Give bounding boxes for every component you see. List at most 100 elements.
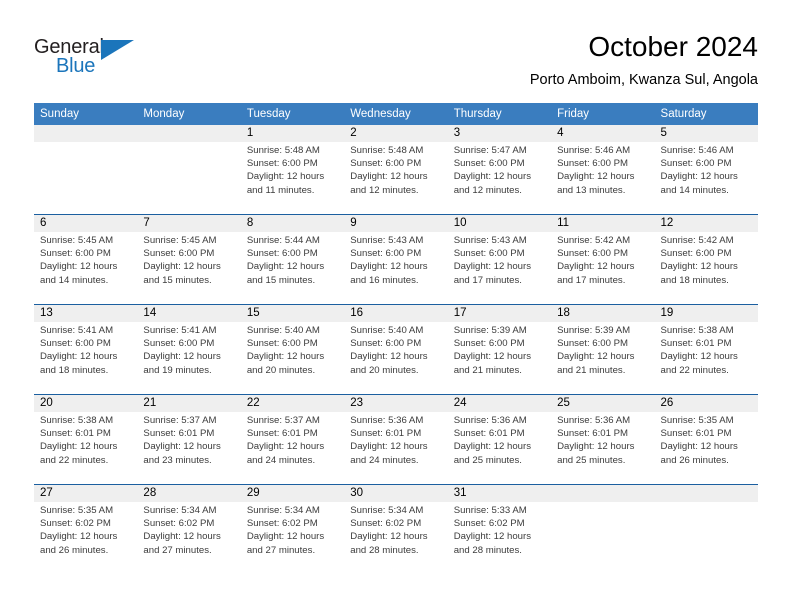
day-detail-line: and 21 minutes. [453,364,522,376]
day-detail-line: Daylight: 12 hours [246,351,325,363]
day-detail-line: Sunrise: 5:42 AM [557,235,631,246]
day-cell-7[interactable]: Sunrise: 5:45 AM Sunset: 6:00 PM Daylight:… [137,232,240,304]
day-detail-line: Sunrise: 5:46 AM [557,145,631,156]
day-number-28[interactable]: 28 [137,485,240,502]
day-number-30[interactable]: 30 [344,485,447,502]
day-detail-line: Daylight: 12 hours [40,261,118,273]
day-cell-25[interactable]: Sunrise: 5:36 AM Sunset: 6:01 PM Daylight:… [551,412,654,484]
day-number-23[interactable]: 23 [344,395,447,412]
day-number-25[interactable]: 25 [551,395,654,412]
day-cell-21[interactable]: Sunrise: 5:37 AM Sunset: 6:01 PM Daylight:… [137,412,240,484]
day-number-8[interactable]: 8 [241,215,344,232]
day-detail-line: Sunrise: 5:41 AM [40,325,114,336]
day-detail-line: and 12 minutes. [350,184,419,196]
day-cell-3[interactable]: Sunrise: 5:47 AM Sunset: 6:00 PM Daylight:… [448,142,551,214]
day-detail-line: Sunset: 6:01 PM [350,428,422,440]
day-detail-line: Daylight: 12 hours [143,531,221,543]
weekday-header-monday: Monday [143,108,185,120]
day-number-21[interactable]: 21 [137,395,240,412]
day-cell-22[interactable]: Sunrise: 5:37 AM Sunset: 6:01 PM Daylight:… [241,412,344,484]
day-cell-11[interactable]: Sunrise: 5:42 AM Sunset: 6:00 PM Daylight:… [551,232,654,304]
weekday-header-tuesday: Tuesday [246,108,291,120]
day-cell-1[interactable]: Sunrise: 5:48 AM Sunset: 6:00 PM Daylight:… [241,142,344,214]
day-number-7[interactable]: 7 [137,215,240,232]
day-cell-28[interactable]: Sunrise: 5:34 AM Sunset: 6:02 PM Daylight:… [137,502,240,574]
day-detail-line: Sunrise: 5:39 AM [453,325,527,336]
day-detail-line: Sunset: 6:00 PM [246,338,318,350]
day-cell-8[interactable]: Sunrise: 5:44 AM Sunset: 6:00 PM Daylight:… [241,232,344,304]
day-cell-13[interactable]: Sunrise: 5:41 AM Sunset: 6:00 PM Daylight:… [34,322,137,394]
day-number-27[interactable]: 27 [34,485,137,502]
day-number-29[interactable]: 29 [241,485,344,502]
day-detail-line: and 26 minutes. [40,544,109,556]
day-number-17[interactable]: 17 [448,305,551,322]
day-cell-10[interactable]: Sunrise: 5:43 AM Sunset: 6:00 PM Daylight:… [448,232,551,304]
day-number-16[interactable]: 16 [344,305,447,322]
day-cell-14[interactable]: Sunrise: 5:41 AM Sunset: 6:00 PM Daylight:… [137,322,240,394]
day-cell-23[interactable]: Sunrise: 5:36 AM Sunset: 6:01 PM Daylight:… [344,412,447,484]
day-cell-26[interactable]: Sunrise: 5:35 AM Sunset: 6:01 PM Daylight:… [655,412,758,484]
day-detail-line: Sunrise: 5:36 AM [453,415,527,426]
day-cell-2[interactable]: Sunrise: 5:48 AM Sunset: 6:00 PM Daylight:… [344,142,447,214]
day-number-20[interactable]: 20 [34,395,137,412]
day-number-14[interactable]: 14 [137,305,240,322]
day-number-19[interactable]: 19 [655,305,758,322]
logo-triangle-icon [101,40,134,60]
day-number-1[interactable]: 1 [241,125,344,142]
day-cell-20[interactable]: Sunrise: 5:38 AM Sunset: 6:01 PM Daylight:… [34,412,137,484]
day-cell-30[interactable]: Sunrise: 5:34 AM Sunset: 6:02 PM Daylight:… [344,502,447,574]
day-detail-line: and 28 minutes. [453,544,522,556]
day-detail-line: Sunrise: 5:38 AM [660,325,734,336]
day-detail-line: Sunrise: 5:34 AM [246,505,320,516]
day-detail-line: and 23 minutes. [143,454,212,466]
day-cell-17[interactable]: Sunrise: 5:39 AM Sunset: 6:00 PM Daylight:… [448,322,551,394]
day-number-18[interactable]: 18 [551,305,654,322]
day-number-2[interactable]: 2 [344,125,447,142]
week-detail-band: Sunrise: 5:45 AM Sunset: 6:00 PM Daylight:… [34,232,758,304]
day-number-empty [551,485,654,502]
day-cell-19[interactable]: Sunrise: 5:38 AM Sunset: 6:01 PM Daylight:… [655,322,758,394]
day-detail-line: Sunset: 6:00 PM [660,158,732,170]
day-cell-5[interactable]: Sunrise: 5:46 AM Sunset: 6:00 PM Daylight:… [655,142,758,214]
day-detail-line: Sunset: 6:01 PM [557,428,629,440]
day-cell-27[interactable]: Sunrise: 5:35 AM Sunset: 6:02 PM Daylight:… [34,502,137,574]
day-cell-29[interactable]: Sunrise: 5:34 AM Sunset: 6:02 PM Daylight:… [241,502,344,574]
day-number-12[interactable]: 12 [655,215,758,232]
title-block: October 2024 Porto Amboim, Kwanza Sul, A… [530,30,758,90]
day-number-6[interactable]: 6 [34,215,137,232]
day-number-22[interactable]: 22 [241,395,344,412]
day-detail-line: Daylight: 12 hours [350,531,428,543]
day-detail-line: Sunset: 6:01 PM [143,428,215,440]
day-cell-12[interactable]: Sunrise: 5:42 AM Sunset: 6:00 PM Daylight:… [655,232,758,304]
day-detail-line: and 11 minutes. [246,184,315,196]
day-cell-31[interactable]: Sunrise: 5:33 AM Sunset: 6:02 PM Daylight:… [448,502,551,574]
day-detail-line: Daylight: 12 hours [453,171,532,183]
day-cell-4[interactable]: Sunrise: 5:46 AM Sunset: 6:00 PM Daylight:… [551,142,654,214]
week-detail-band: Sunrise: 5:35 AM Sunset: 6:02 PM Daylight:… [34,502,758,574]
day-number-26[interactable]: 26 [655,395,758,412]
day-detail-line: and 22 minutes. [40,454,109,466]
day-cell-15[interactable]: Sunrise: 5:40 AM Sunset: 6:00 PM Daylight:… [241,322,344,394]
day-cell-24[interactable]: Sunrise: 5:36 AM Sunset: 6:01 PM Daylight:… [448,412,551,484]
day-detail-line: and 14 minutes. [40,274,109,286]
day-detail-line: and 12 minutes. [453,184,522,196]
calendar-weeks: 1 2 3 4 5 Sunrise: 5:48 AM Sunset: 6:00 PM Dayl… [34,125,758,574]
day-detail-line: Sunset: 6:02 PM [40,518,111,530]
day-number-15[interactable]: 15 [241,305,344,322]
day-number-11[interactable]: 11 [551,215,654,232]
day-number-5[interactable]: 5 [655,125,758,142]
day-detail-line: Daylight: 12 hours [246,261,325,273]
day-detail-line: Sunrise: 5:36 AM [350,415,424,426]
day-number-31[interactable]: 31 [448,485,551,502]
day-cell-16[interactable]: Sunrise: 5:40 AM Sunset: 6:00 PM Daylight:… [344,322,447,394]
day-number-4[interactable]: 4 [551,125,654,142]
day-detail-line: Sunrise: 5:33 AM [453,505,527,516]
day-cell-18[interactable]: Sunrise: 5:39 AM Sunset: 6:00 PM Daylight:… [551,322,654,394]
day-cell-6[interactable]: Sunrise: 5:45 AM Sunset: 6:00 PM Daylight:… [34,232,137,304]
day-number-10[interactable]: 10 [448,215,551,232]
day-number-24[interactable]: 24 [448,395,551,412]
day-number-9[interactable]: 9 [344,215,447,232]
day-number-3[interactable]: 3 [448,125,551,142]
day-cell-9[interactable]: Sunrise: 5:43 AM Sunset: 6:00 PM Daylight:… [344,232,447,304]
day-number-13[interactable]: 13 [34,305,137,322]
